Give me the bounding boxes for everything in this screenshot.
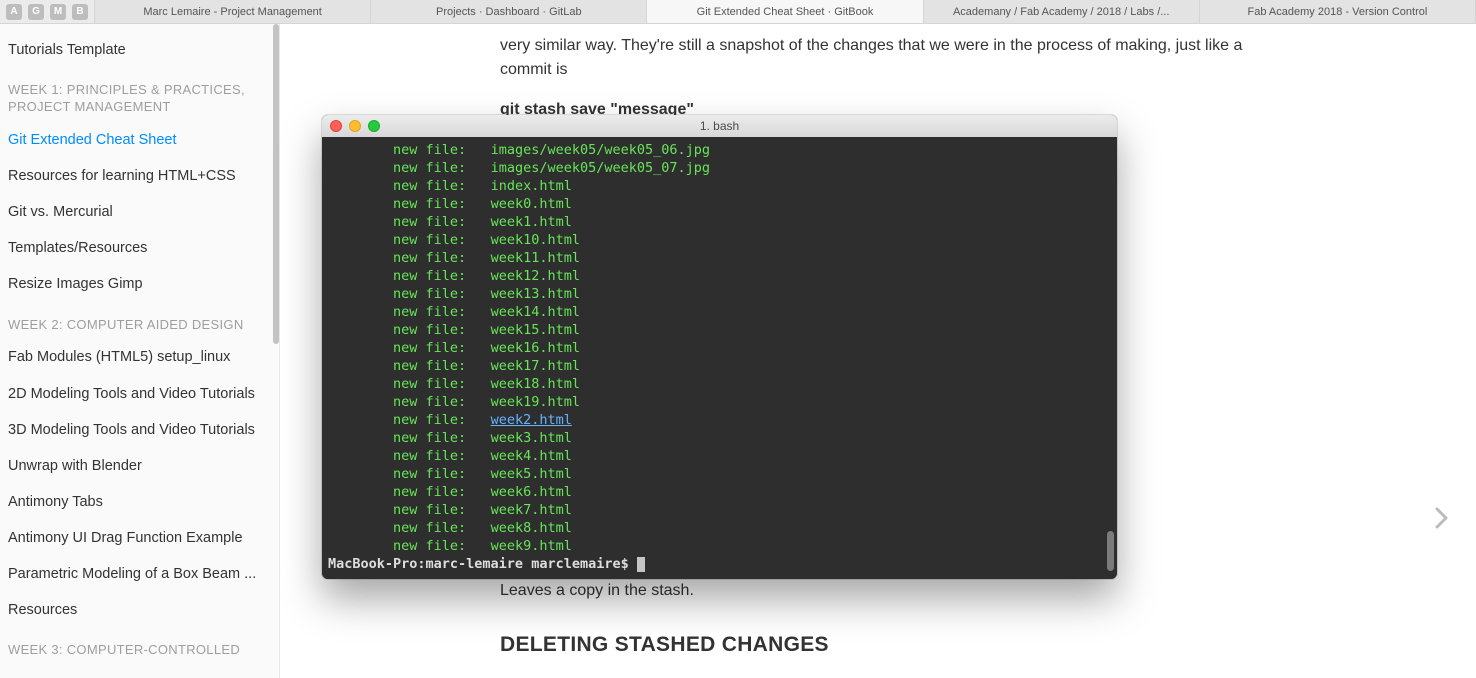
sidebar-item[interactable]: Parametric Modeling of a Box Beam ... [0,556,279,592]
terminal-titlebar[interactable]: 1. bash [322,115,1117,137]
terminal-scrollbar[interactable] [1103,137,1115,579]
terminal-line: new file: week6.html [328,483,1111,501]
sidebar-item[interactable]: Antimony UI Drag Function Example [0,520,279,556]
zoom-icon[interactable] [368,120,380,132]
sidebar-item[interactable]: 3D Modeling Tools and Video Tutorials [0,412,279,448]
terminal-line: new file: week16.html [328,339,1111,357]
sidebar-item[interactable]: Fab Modules (HTML5) setup_linux [0,339,279,375]
tab-group-icon[interactable]: M [50,4,66,20]
heading-deleting: DELETING STASHED CHANGES [500,629,1376,661]
terminal-line: new file: images/week05/week05_06.jpg [328,141,1111,159]
terminal-window[interactable]: 1. bash new file: images/week05/week05_0… [322,115,1117,579]
sidebar-item[interactable]: Tutorials Template [0,32,279,68]
sidebar-section-header: WEEK 2: COMPUTER AIDED DESIGN [0,303,279,340]
tab-group-icon[interactable]: G [28,4,44,20]
sidebar-item[interactable]: Antimony Tabs [0,484,279,520]
terminal-line: new file: week13.html [328,285,1111,303]
terminal-line: new file: week4.html [328,447,1111,465]
sidebar-item[interactable]: 2D Modeling Tools and Video Tutorials [0,376,279,412]
sidebar-item[interactable]: Resize Images Gimp [0,266,279,302]
terminal-prompt: MacBook-Pro:marc-lemaire marclemaire$ [328,556,637,572]
browser-tab-bar: AGMB Marc Lemaire - Project ManagementPr… [0,0,1476,24]
sidebar-item[interactable]: Unwrap with Blender [0,448,279,484]
terminal-line: new file: week7.html [328,501,1111,519]
terminal-line: new file: week19.html [328,393,1111,411]
terminal-line: new file: week12.html [328,267,1111,285]
terminal-line: new file: week3.html [328,429,1111,447]
terminal-body[interactable]: new file: images/week05/week05_06.jpg ne… [322,137,1117,579]
browser-tab[interactable]: Git Extended Cheat Sheet · GitBook [646,0,922,23]
terminal-line: new file: week10.html [328,231,1111,249]
terminal-title: 1. bash [700,119,739,133]
tab-group-icon[interactable]: B [72,4,88,20]
terminal-line: new file: week14.html [328,303,1111,321]
sidebar-item[interactable]: Resources [0,592,279,628]
sidebar-item[interactable]: Resources for learning HTML+CSS [0,158,279,194]
terminal-cursor [637,557,645,572]
terminal-line: new file: week2.html [328,411,1111,429]
terminal-line: new file: index.html [328,177,1111,195]
browser-tab[interactable]: Fab Academy 2018 - Version Control [1199,0,1476,23]
paragraph: very similar way. They're still a snapsh… [500,34,1260,82]
terminal-line: new file: week18.html [328,375,1111,393]
terminal-line: new file: week15.html [328,321,1111,339]
sidebar-item[interactable]: Git Extended Cheat Sheet [0,122,279,158]
terminal-line: new file: week9.html [328,537,1111,555]
terminal-line: new file: week5.html [328,465,1111,483]
terminal-line: new file: week17.html [328,357,1111,375]
terminal-line: new file: week8.html [328,519,1111,537]
paragraph-leaves: Leaves a copy in the stash. [500,579,1260,603]
next-page-chevron[interactable] [1428,504,1456,532]
browser-tab[interactable]: Marc Lemaire - Project Management [94,0,370,23]
browser-tab[interactable]: Academany / Fab Academy / 2018 / Labs /.… [923,0,1199,23]
terminal-line: new file: images/week05/week05_07.jpg [328,159,1111,177]
traffic-lights[interactable] [330,120,380,132]
tab-icon-group: AGMB [0,0,94,23]
minimize-icon[interactable] [349,120,361,132]
sidebar-section-header: WEEK 3: COMPUTER-CONTROLLED [0,628,279,665]
terminal-line: new file: week0.html [328,195,1111,213]
tab-group-icon[interactable]: A [6,4,22,20]
terminal-line: new file: week11.html [328,249,1111,267]
sidebar-item[interactable]: Templates/Resources [0,230,279,266]
sidebar[interactable]: Tutorials TemplateWEEK 1: PRINCIPLES & P… [0,24,280,678]
sidebar-section-header: WEEK 1: PRINCIPLES & PRACTICES, PROJECT … [0,68,279,122]
sidebar-item[interactable]: Git vs. Mercurial [0,194,279,230]
close-icon[interactable] [330,120,342,132]
sidebar-scrollbar[interactable] [273,24,279,344]
terminal-line: new file: week1.html [328,213,1111,231]
browser-tab[interactable]: Projects · Dashboard · GitLab [370,0,646,23]
